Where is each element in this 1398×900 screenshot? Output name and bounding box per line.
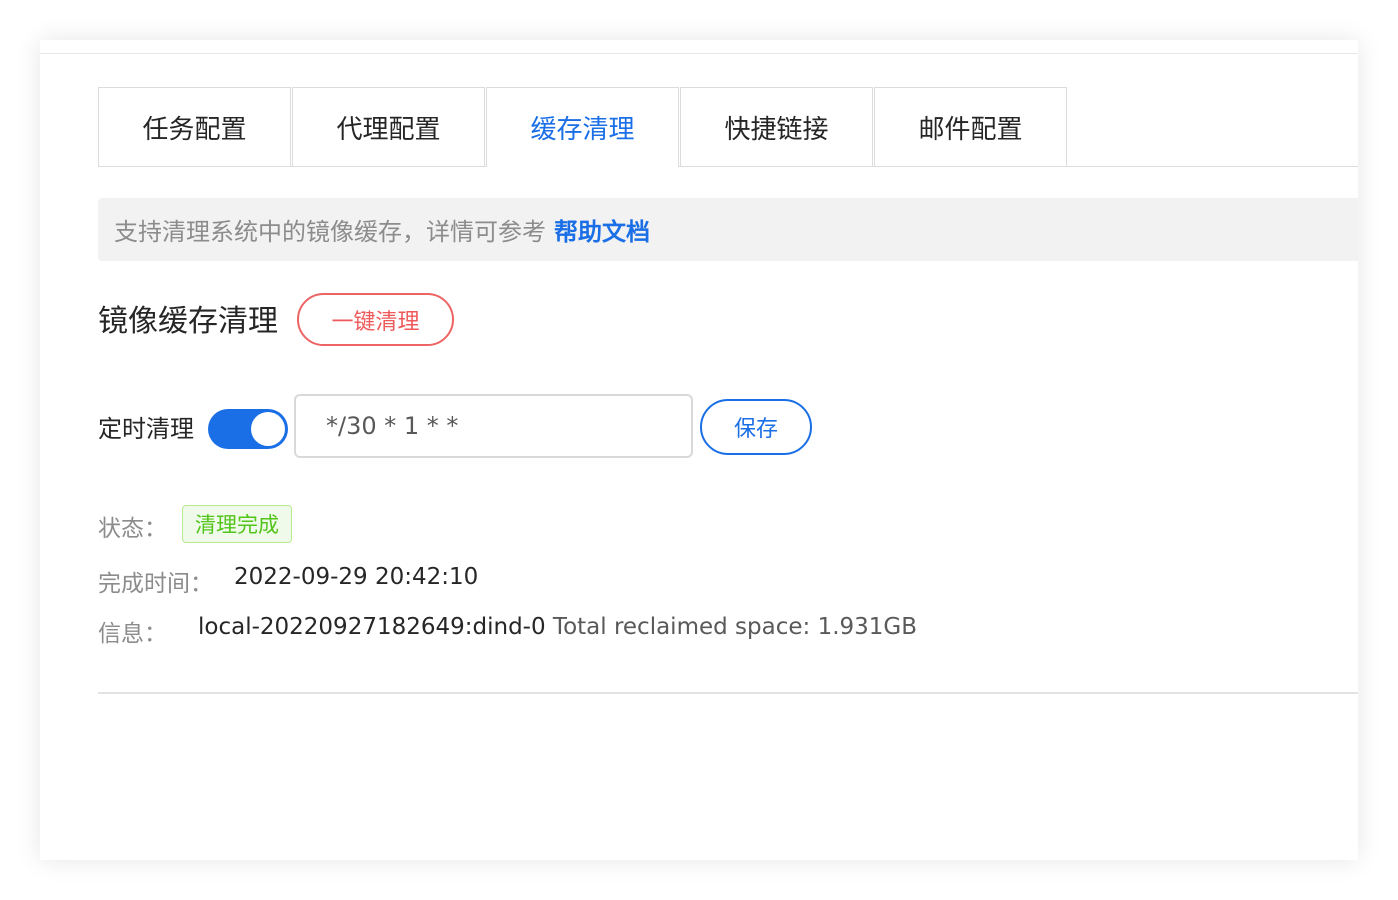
- info-value-main: local-20220927182649:dind-0: [198, 614, 546, 640]
- status-label: 状态：: [98, 516, 167, 542]
- top-divider: [40, 53, 1358, 54]
- help-doc-link[interactable]: 帮助文档: [554, 212, 650, 247]
- info-text: 支持清理系统中的镜像缓存，详情可参考: [114, 218, 546, 246]
- tab-task-config[interactable]: 任务配置: [98, 87, 291, 166]
- schedule-toggle[interactable]: [208, 409, 288, 449]
- tab-baseline: [98, 166, 1358, 167]
- settings-card: 任务配置 代理配置 缓存清理 快捷链接 邮件配置 支持清理系统中的镜像缓存，详情…: [40, 40, 1358, 860]
- tab-proxy-config[interactable]: 代理配置: [292, 87, 485, 166]
- info-label: 信息：: [98, 621, 167, 647]
- finish-time-label: 完成时间：: [98, 571, 213, 597]
- tab-mail-config[interactable]: 邮件配置: [874, 87, 1067, 166]
- tab-quick-links[interactable]: 快捷链接: [680, 87, 873, 166]
- toggle-knob: [251, 412, 285, 446]
- info-banner: 支持清理系统中的镜像缓存，详情可参考 帮助文档: [98, 198, 1358, 261]
- tab-cache-cleanup[interactable]: 缓存清理: [486, 87, 679, 167]
- info-value: local-20220927182649:dind-0 Total reclai…: [198, 614, 917, 640]
- tab-bar: 任务配置 代理配置 缓存清理 快捷链接 邮件配置: [98, 87, 1358, 167]
- finish-time-value: 2022-09-29 20:42:10: [234, 564, 479, 590]
- info-value-detail: Total reclaimed space: 1.931GB: [552, 614, 918, 640]
- cron-input[interactable]: [294, 394, 693, 458]
- save-button[interactable]: 保存: [700, 399, 812, 455]
- one-click-clean-button[interactable]: 一键清理: [297, 293, 454, 346]
- schedule-label: 定时清理: [98, 415, 194, 443]
- status-badge: 清理完成: [182, 505, 292, 543]
- section-title: 镜像缓存清理: [98, 304, 278, 339]
- bottom-divider: [98, 692, 1358, 694]
